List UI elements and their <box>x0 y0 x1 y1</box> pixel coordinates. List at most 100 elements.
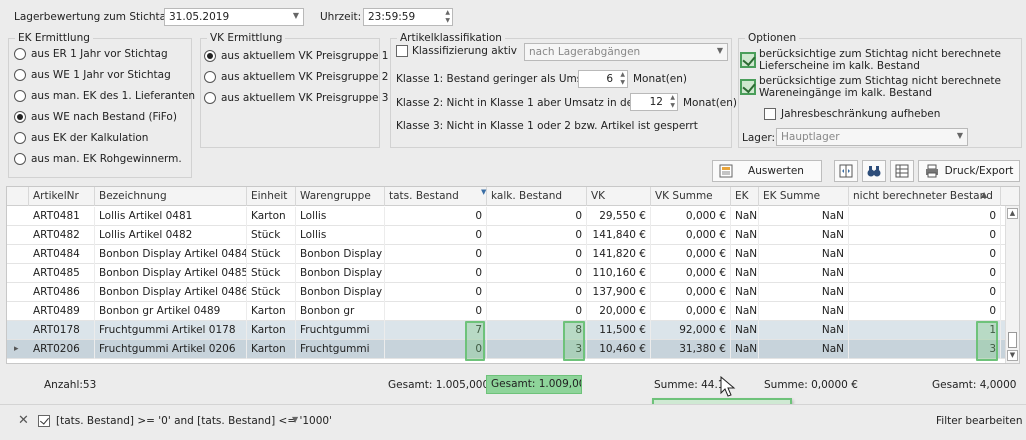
table-cell[interactable]: 0 <box>849 226 1001 245</box>
table-cell[interactable]: 0 <box>487 245 587 264</box>
klassifizierung-mode-select[interactable]: nach Lagerabgängen ▼ <box>524 43 728 61</box>
table-cell[interactable]: 0,000 € <box>651 264 731 283</box>
table-cell[interactable]: NaN <box>759 245 849 264</box>
data-grid[interactable]: ArtikelNr Bezeichnung Einheit Warengruppe ta… <box>6 186 1020 364</box>
table-row[interactable]: ART0485 Bonbon Display Artikel 0485 Stück B… <box>7 264 1007 283</box>
table-cell[interactable]: 0 <box>385 207 487 226</box>
table-cell[interactable]: 141,840 € <box>587 226 651 245</box>
table-cell[interactable]: 0,000 € <box>651 302 731 321</box>
klasse2-months-input[interactable]: 12 ▲ ▼ <box>630 93 678 111</box>
table-cell[interactable]: NaN <box>731 226 759 245</box>
table-row[interactable]: ART0489 Bonbon gr Artikel 0489 Karton Bonbo… <box>7 302 1007 321</box>
spinner-icon[interactable]: ▲ ▼ <box>620 71 625 87</box>
table-cell[interactable]: 0 <box>849 245 1001 264</box>
ek-radio-3[interactable]: aus man. EK des 1. Lieferanten <box>14 90 195 102</box>
table-cell[interactable]: 92,000 € <box>651 321 731 340</box>
table-cell[interactable]: Bonbon Display Artikel 0485 <box>95 264 247 283</box>
column-header-10[interactable]: EK Summe <box>759 187 849 206</box>
radio-button-icon[interactable] <box>14 153 26 165</box>
gesamt-kalk-summary[interactable]: Gesamt: 1.009,00... <box>486 375 582 394</box>
chevron-down-icon[interactable]: ▼ <box>292 415 298 424</box>
table-cell[interactable]: Karton <box>247 302 296 321</box>
table-cell[interactable]: Bonbon gr Artikel 0489 <box>95 302 247 321</box>
radio-button-icon[interactable] <box>14 111 26 123</box>
ek-radio-2[interactable]: aus WE 1 Jahr vor Stichtag <box>14 69 171 81</box>
druck-export-button[interactable]: Druck/Export <box>918 160 1020 182</box>
table-cell[interactable]: Bonbon Display Artikel 0484 <box>95 245 247 264</box>
table-cell[interactable]: 0 <box>487 283 587 302</box>
column-header-6[interactable]: kalk. Bestand <box>487 187 587 206</box>
table-row[interactable]: ART0484 Bonbon Display Artikel 0484 Stück B… <box>7 245 1007 264</box>
ek-radio-4[interactable]: aus WE nach Bestand (FiFo) <box>14 111 177 123</box>
column-header-3[interactable]: Einheit <box>247 187 296 206</box>
ek-radio-1[interactable]: aus ER 1 Jahr vor Stichtag <box>14 48 168 60</box>
table-cell[interactable]: 20,000 € <box>587 302 651 321</box>
table-cell[interactable]: Stück <box>247 226 296 245</box>
table-cell[interactable]: 0 <box>385 226 487 245</box>
table-cell[interactable]: 0,000 € <box>651 283 731 302</box>
column-header-9[interactable]: EK <box>731 187 759 206</box>
table-cell[interactable]: Fruchtgummi Artikel 0178 <box>95 321 247 340</box>
table-cell[interactable]: NaN <box>759 340 849 359</box>
column-header-8[interactable]: VK Summe <box>651 187 731 206</box>
spinner-icon[interactable]: ▲ ▼ <box>670 94 675 110</box>
table-cell[interactable]: Bonbon Display Artikel 0486 <box>95 283 247 302</box>
ek-radio-6[interactable]: aus man. EK Rohgewinnerm. <box>14 153 182 165</box>
radio-button-icon[interactable] <box>14 69 26 81</box>
radio-button-icon[interactable] <box>14 90 26 102</box>
table-cell[interactable]: 0 <box>385 302 487 321</box>
column-header-2[interactable]: Bezeichnung <box>95 187 247 206</box>
sort-ascending-icon[interactable]: ▲ <box>981 190 987 199</box>
table-cell[interactable]: ART0481 <box>29 207 95 226</box>
column-header-11[interactable]: nicht berechneter Bestand <box>849 187 1001 206</box>
table-cell[interactable]: NaN <box>731 245 759 264</box>
table-cell[interactable]: 0 <box>849 264 1001 283</box>
table-cell[interactable]: Fruchtgummi <box>296 321 385 340</box>
table-cell[interactable]: 110,160 € <box>587 264 651 283</box>
column-header-5[interactable]: tats. Bestand <box>385 187 487 206</box>
scroll-thumb[interactable] <box>1008 332 1017 348</box>
table-cell[interactable]: Bonbon gr <box>296 302 385 321</box>
table-cell[interactable]: 0 <box>385 245 487 264</box>
klasse1-months-input[interactable]: 6 ▲ ▼ <box>578 70 628 88</box>
stichtag-date-picker[interactable]: 31.05.2019 ▼ <box>164 8 304 26</box>
table-cell[interactable]: Fruchtgummi Artikel 0206 <box>95 340 247 359</box>
table-cell[interactable]: Bonbon Display <box>296 245 385 264</box>
search-button[interactable] <box>862 160 886 182</box>
table-cell[interactable]: NaN <box>731 264 759 283</box>
table-row[interactable]: ART0482 Lollis Artikel 0482 Stück Lollis 0 0 1… <box>7 226 1007 245</box>
table-cell[interactable]: NaN <box>759 321 849 340</box>
ek-radio-5[interactable]: aus EK der Kalkulation <box>14 132 148 144</box>
table-cell[interactable]: 0 <box>849 283 1001 302</box>
columns-button[interactable] <box>834 160 858 182</box>
table-cell[interactable]: ART0485 <box>29 264 95 283</box>
table-cell[interactable]: 0 <box>487 226 587 245</box>
table-cell[interactable]: Lollis Artikel 0481 <box>95 207 247 226</box>
scroll-down-icon[interactable]: ▼ <box>1007 350 1018 361</box>
table-row[interactable]: ART0481 Lollis Artikel 0481 Karton Lollis 0 0… <box>7 207 1007 226</box>
table-cell[interactable]: ART0489 <box>29 302 95 321</box>
table-cell[interactable]: 0 <box>385 283 487 302</box>
table-cell[interactable]: Stück <box>247 245 296 264</box>
filter-expression[interactable]: [tats. Bestand] >= '0' and [tats. Bestan… <box>56 415 332 427</box>
table-cell[interactable]: 0,000 € <box>651 245 731 264</box>
table-row[interactable]: ART0486 Bonbon Display Artikel 0486 Stück B… <box>7 283 1007 302</box>
table-cell[interactable]: Karton <box>247 340 296 359</box>
table-cell[interactable]: Lollis Artikel 0482 <box>95 226 247 245</box>
table-cell[interactable]: ART0486 <box>29 283 95 302</box>
table-row[interactable]: ▸ ART0206 Fruchtgummi Artikel 0206 Karton Fr… <box>7 340 1007 359</box>
filter-icon[interactable]: ▼ <box>481 188 486 196</box>
table-cell[interactable]: NaN <box>731 283 759 302</box>
vk-radio-2[interactable]: aus aktuellem VK Preisgruppe 2 <box>204 71 388 83</box>
table-cell[interactable]: 0 <box>849 302 1001 321</box>
table-row[interactable]: ART0178 Fruchtgummi Artikel 0178 Karton Fru… <box>7 321 1007 340</box>
table-cell[interactable]: NaN <box>759 264 849 283</box>
table-cell[interactable]: NaN <box>731 340 759 359</box>
radio-button-icon[interactable] <box>14 48 26 60</box>
table-cell[interactable]: 0 <box>487 302 587 321</box>
auswerten-button[interactable]: Auswerten <box>712 160 822 182</box>
table-cell[interactable]: Lollis <box>296 207 385 226</box>
radio-button-icon[interactable] <box>204 71 216 83</box>
filter-edit-link[interactable]: Filter bearbeiten <box>936 415 1023 427</box>
table-cell[interactable]: 31,380 € <box>651 340 731 359</box>
